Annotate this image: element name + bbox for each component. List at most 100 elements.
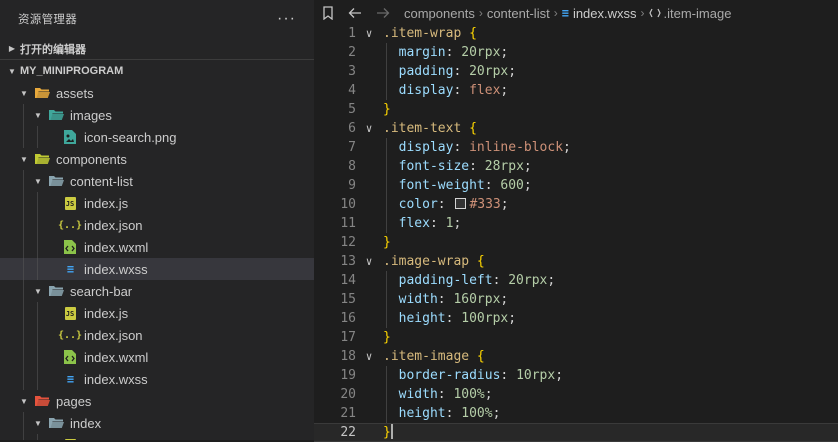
color-swatch[interactable] — [455, 198, 467, 209]
code-line[interactable]: 15 width: 160rpx; — [314, 290, 838, 309]
tree-file-item[interactable]: index.wxml — [0, 236, 314, 258]
code-token: margin — [398, 45, 446, 60]
code-line[interactable]: 22} — [314, 423, 838, 442]
open-editors-section[interactable]: ▶ 打开的编辑器 — [0, 38, 314, 60]
indent-guide — [23, 126, 24, 148]
tree-item-label: index.wxml — [84, 239, 149, 255]
code-editor[interactable]: components › content-list › ≡ index.wxss… — [314, 0, 838, 442]
tree-item-label: components — [56, 151, 127, 167]
indent-guide — [37, 192, 38, 214]
tree-file-item[interactable]: ≡ index.wxss — [0, 368, 314, 390]
code-text: display: flex; — [383, 81, 509, 100]
tree-file-item[interactable]: JSindex.js — [0, 302, 314, 324]
tree-folder-components[interactable]: ▼ components — [0, 148, 314, 170]
tree-item-label: index.js — [84, 305, 129, 321]
fold-chevron-icon[interactable]: ∨ — [362, 347, 376, 366]
project-section[interactable]: ▼ MY_MINIPROGRAM — [0, 60, 314, 82]
code-token: ; — [555, 368, 564, 383]
tree-file-item[interactable]: index.wxml — [0, 346, 314, 368]
code-line[interactable]: 17} — [314, 328, 838, 347]
code-text: height: 100rpx; — [383, 309, 516, 328]
code-line[interactable]: 12} — [314, 233, 838, 252]
tree-file-item[interactable]: {..} index.json — [0, 214, 314, 236]
tree-folder-index[interactable]: ▼ index — [0, 412, 314, 434]
code-token: .item-wrap — [383, 26, 462, 41]
fold-chevron-icon[interactable]: ∨ — [362, 24, 376, 43]
line-number: 16 — [340, 311, 356, 326]
code-line[interactable]: 13 ∨ .image-wrap { — [314, 252, 838, 271]
breadcrumb-file[interactable]: index.wxss — [573, 6, 637, 21]
png-file-icon — [62, 129, 78, 145]
code-token: border-radius — [398, 368, 501, 383]
code-line[interactable]: 6 ∨ .item-text { — [314, 119, 838, 138]
code-line[interactable]: 19 border-radius: 10rpx; — [314, 366, 838, 385]
explorer-sidebar: 资源管理器 ··· ▶ 打开的编辑器 ▼ MY_MINIPROGRAM ▼ ass… — [0, 0, 314, 440]
line-number: 13 — [340, 254, 356, 269]
code-token: 100% — [453, 387, 485, 402]
code-line[interactable]: 16 height: 100rpx; — [314, 309, 838, 328]
tree-file-item[interactable]: icon-search.png — [0, 126, 314, 148]
tree-file-item[interactable]: ≡ index.wxss — [0, 258, 314, 280]
line-number: 5 — [348, 102, 356, 117]
code-token: inline-block — [469, 140, 564, 155]
line-number: 19 — [340, 368, 356, 383]
code-token: : — [445, 406, 462, 421]
breadcrumb-folder-components[interactable]: components — [404, 6, 475, 21]
tree-item-label: index — [70, 415, 102, 431]
tree-folder-assets[interactable]: ▼ assets — [0, 82, 314, 104]
indent-guide — [37, 258, 38, 280]
code-line[interactable]: 20 width: 100%; — [314, 385, 838, 404]
indent-guide — [23, 280, 24, 302]
bookmark-icon[interactable] — [322, 6, 334, 20]
code-token: } — [383, 235, 391, 250]
code-token: font-weight — [398, 178, 485, 193]
fold-chevron-icon[interactable]: ∨ — [362, 119, 376, 138]
code-text: font-size: 28rpx; — [383, 157, 532, 176]
breadcrumb-symbol[interactable]: .item-image — [664, 6, 732, 21]
more-actions-icon[interactable]: ··· — [277, 10, 296, 28]
indent-guide — [37, 126, 38, 148]
code-text: .image-wrap { — [383, 252, 485, 271]
code-token: color — [398, 197, 438, 212]
code-line[interactable]: 4 display: flex; — [314, 81, 838, 100]
chevron-down-icon: ▼ — [34, 286, 42, 296]
code-line[interactable]: 18 ∨ .item-image { — [314, 347, 838, 366]
code-line[interactable]: 5} — [314, 100, 838, 119]
code-token: : — [500, 368, 517, 383]
code-token: ; — [484, 387, 493, 402]
code-token: ; — [500, 292, 509, 307]
line-number: 21 — [340, 406, 356, 421]
code-token: flex — [398, 216, 430, 231]
tree-item-label: index.js — [84, 195, 129, 211]
code-line[interactable]: 7 display: inline-block; — [314, 138, 838, 157]
open-editors-label: 打开的编辑器 — [20, 43, 86, 56]
tree-folder-content-list[interactable]: ▼ content-list — [0, 170, 314, 192]
code-line[interactable]: 21 height: 100%; — [314, 404, 838, 423]
tree-folder-images[interactable]: ▼ images — [0, 104, 314, 126]
tree-file-item[interactable]: JSindex.js — [0, 192, 314, 214]
fold-chevron-icon[interactable]: ∨ — [362, 252, 376, 271]
line-number: 6 — [348, 121, 356, 136]
code-line[interactable]: 9 font-weight: 600; — [314, 176, 838, 195]
code-token: 160rpx — [453, 292, 501, 307]
back-arrow-icon[interactable] — [348, 7, 362, 19]
tree-folder-search-bar[interactable]: ▼ search-bar — [0, 280, 314, 302]
code-text: .item-text { — [383, 119, 477, 138]
folder-assets-icon — [34, 85, 50, 101]
breadcrumb-folder-content-list[interactable]: content-list — [487, 6, 550, 21]
code-line[interactable]: 10 color: #333; — [314, 195, 838, 214]
code-line[interactable]: 2 margin: 20rpx; — [314, 43, 838, 62]
code-line[interactable]: 8 font-size: 28rpx; — [314, 157, 838, 176]
tree-file-item[interactable]: JSindex.js — [0, 434, 314, 440]
indent-guide — [23, 214, 24, 236]
code-line[interactable]: 1 ∨ .item-wrap { — [314, 24, 838, 43]
code-area[interactable]: 1 ∨ .item-wrap {2 margin: 20rpx; 3 padding:… — [314, 24, 838, 442]
tree-file-item[interactable]: {..} index.json — [0, 324, 314, 346]
forward-arrow-icon[interactable] — [376, 7, 390, 19]
code-line[interactable]: 14 padding-left: 20rpx; — [314, 271, 838, 290]
code-line[interactable]: 3 padding: 20rpx; — [314, 62, 838, 81]
code-line[interactable]: 11 flex: 1; — [314, 214, 838, 233]
tree-folder-pages[interactable]: ▼ pages — [0, 390, 314, 412]
